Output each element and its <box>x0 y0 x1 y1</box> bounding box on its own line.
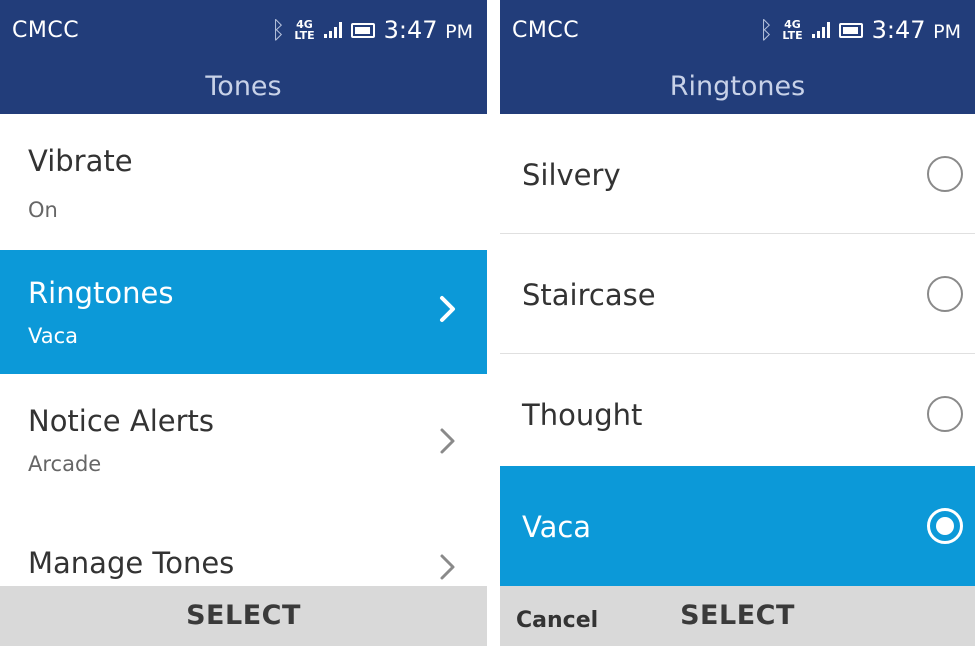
list-item-notice-alerts[interactable]: Notice Alerts Arcade <box>0 374 487 502</box>
status-icons: ᛒ 4G LTE 3:47 PM <box>759 14 961 46</box>
select-softkey[interactable]: SELECT <box>0 600 487 631</box>
softkey-bar: SELECT <box>0 586 487 646</box>
option-staircase[interactable]: Staircase <box>500 234 975 354</box>
radio-checked-icon[interactable] <box>927 508 963 544</box>
bluetooth-icon: ᛒ <box>758 16 774 44</box>
option-label: Staircase <box>522 278 656 312</box>
status-icons: ᛒ 4G LTE 3:47 PM <box>271 14 473 46</box>
list-item-title: Notice Alerts <box>28 404 215 438</box>
list-item-manage-tones[interactable]: Manage Tones <box>0 502 487 586</box>
option-silvery[interactable]: Silvery <box>500 114 975 234</box>
page-title: Tones <box>0 60 487 114</box>
status-bar: CMCC ᛒ 4G LTE 3:47 PM <box>0 0 487 60</box>
status-bar: CMCC ᛒ 4G LTE 3:47 PM <box>500 0 975 60</box>
option-label: Vaca <box>522 510 592 544</box>
option-label: Thought <box>522 398 643 432</box>
list-item-value: On <box>28 198 58 222</box>
radio-unchecked-icon[interactable] <box>927 396 963 432</box>
list-item-title: Manage Tones <box>28 546 235 580</box>
lte-icon: 4G LTE <box>294 18 315 42</box>
signal-icon <box>323 22 342 38</box>
softkey-bar: Cancel SELECT <box>500 586 975 646</box>
radio-unchecked-icon[interactable] <box>927 276 963 312</box>
ringtones-screen: CMCC ᛒ 4G LTE 3:47 PM Ringtones Silvery … <box>500 0 975 646</box>
option-vaca[interactable]: Vaca <box>500 466 975 586</box>
lte-icon: 4G LTE <box>782 18 803 42</box>
list-item-title: Ringtones <box>28 276 174 310</box>
battery-icon <box>350 22 375 38</box>
option-label: Silvery <box>522 158 621 192</box>
list-item-value: Arcade <box>28 452 102 476</box>
divider <box>487 0 500 646</box>
list-item-vibrate[interactable]: Vibrate On <box>0 114 487 250</box>
bluetooth-icon: ᛒ <box>270 16 286 44</box>
clock: 3:47 PM <box>383 16 473 44</box>
option-thought[interactable]: Thought <box>500 354 975 474</box>
chevron-right-icon <box>440 554 455 580</box>
list-item-ringtones[interactable]: Ringtones Vaca <box>0 250 487 374</box>
carrier-name: CMCC <box>512 18 580 43</box>
carrier-name: CMCC <box>12 18 80 43</box>
select-softkey[interactable]: SELECT <box>500 600 975 631</box>
page-title: Ringtones <box>500 60 975 114</box>
battery-icon <box>838 22 863 38</box>
list-item-title: Vibrate <box>28 144 133 178</box>
signal-icon <box>811 22 830 38</box>
chevron-right-icon <box>440 296 455 322</box>
radio-unchecked-icon[interactable] <box>927 156 963 192</box>
chevron-right-icon <box>440 428 455 454</box>
tones-screen: CMCC ᛒ 4G LTE 3:47 PM Tones Vibrate On R… <box>0 0 487 646</box>
clock: 3:47 PM <box>871 16 961 44</box>
list-item-value: Vaca <box>28 324 79 348</box>
